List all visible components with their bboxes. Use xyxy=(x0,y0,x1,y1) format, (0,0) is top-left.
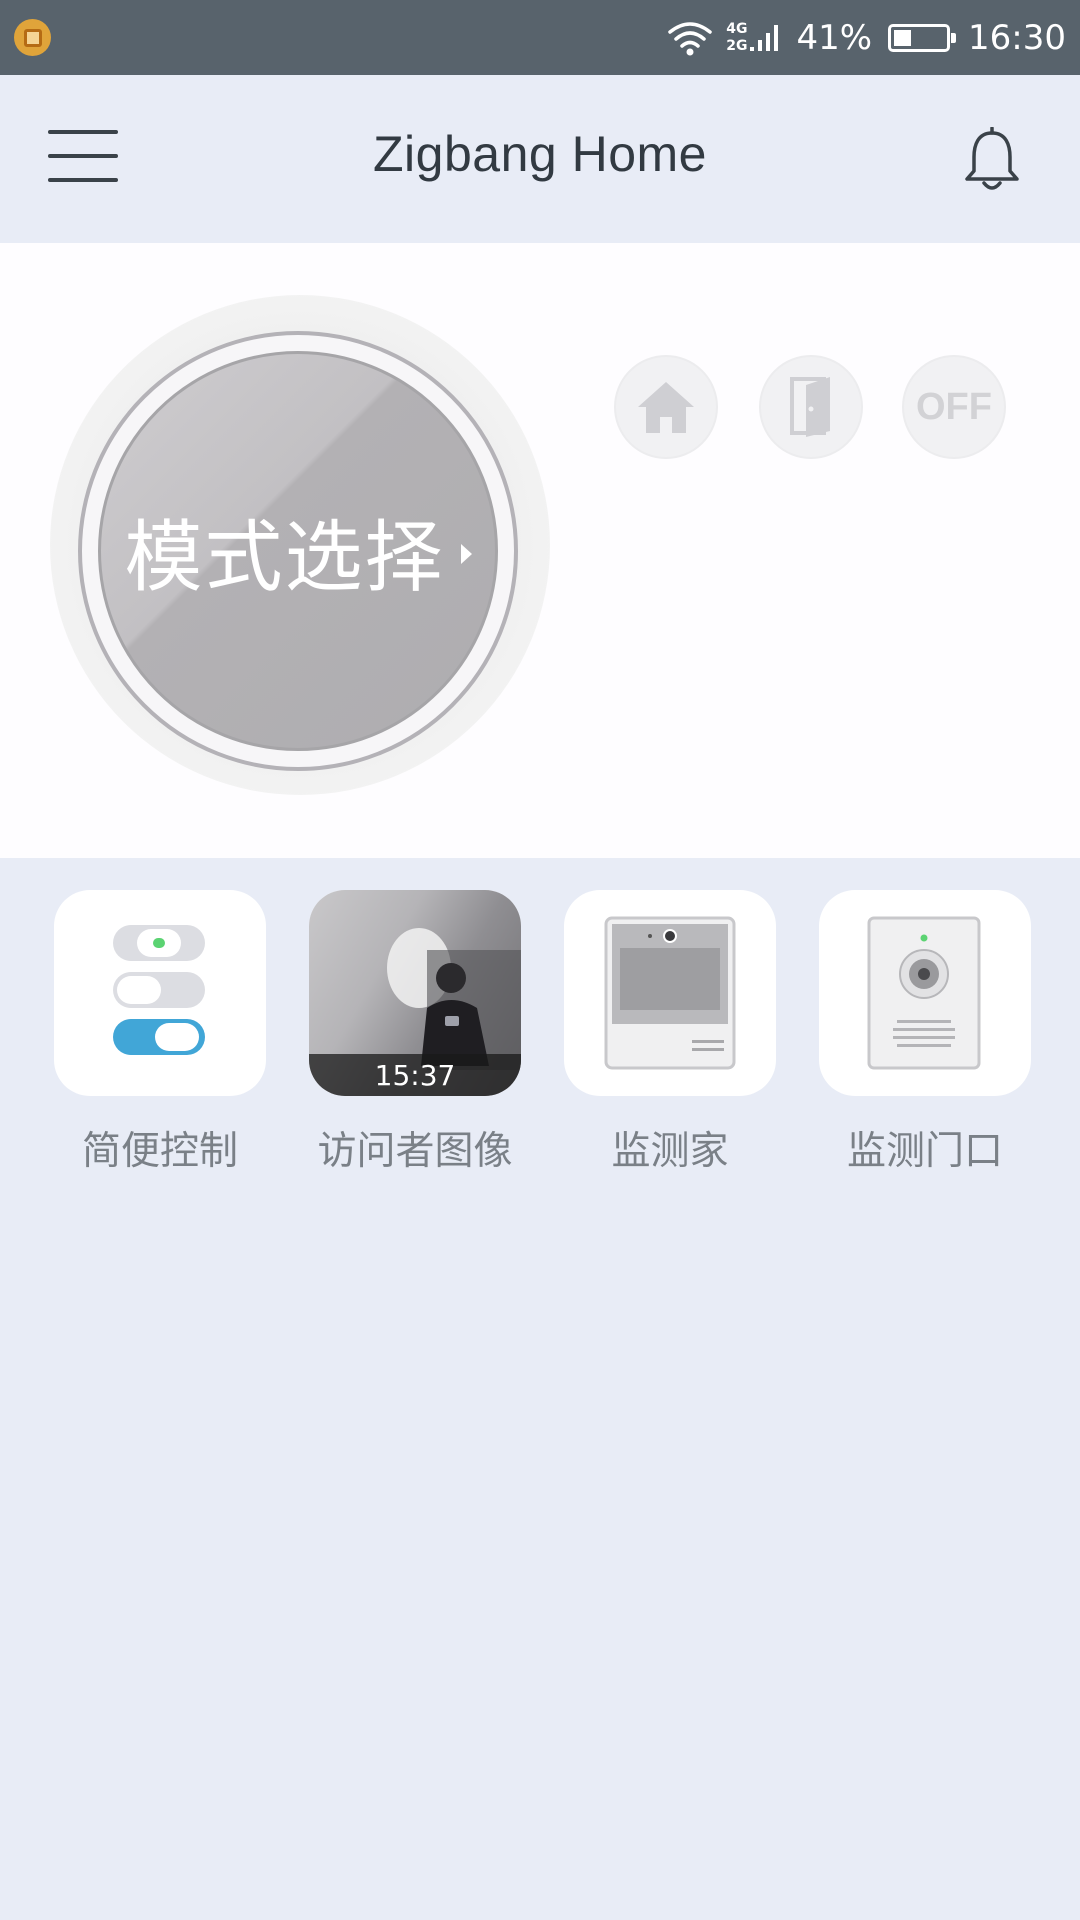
intercom-monitor-icon xyxy=(604,916,736,1070)
tile-label: 监测门口 xyxy=(846,1129,1003,1174)
tile-label: 访问者图像 xyxy=(317,1129,513,1174)
mode-off-label: OFF xyxy=(916,385,992,428)
notification-app-icon xyxy=(14,19,51,56)
tile-label: 监测家 xyxy=(611,1129,729,1174)
clock: 16:30 xyxy=(968,17,1066,58)
toggle-switches-icon xyxy=(54,890,266,1096)
mode-panel: 模式选择 OFF xyxy=(0,243,1080,858)
bell-icon[interactable] xyxy=(962,127,1022,193)
wifi-icon xyxy=(668,21,712,55)
mode-select-label: 模式选择 xyxy=(124,513,445,603)
cellular-signal: 4G 2G xyxy=(726,21,780,55)
app-header: Zigbang Home xyxy=(0,75,1080,243)
tile-monitor-door[interactable]: 监测门口 xyxy=(819,890,1031,1176)
mode-off-button[interactable]: OFF xyxy=(902,355,1006,459)
visitor-image-time: 15:37 xyxy=(374,1059,456,1092)
signal-bars-icon xyxy=(750,24,779,51)
tile-easy-control[interactable]: 简便控制 xyxy=(54,890,266,1176)
home-icon xyxy=(638,382,694,433)
battery-percent: 41% xyxy=(796,17,873,58)
network-type-bottom: 2G xyxy=(726,37,748,54)
chevron-right-icon xyxy=(460,544,472,564)
mode-away-button[interactable] xyxy=(759,355,863,459)
tile-label: 简便控制 xyxy=(81,1129,238,1174)
battery-icon xyxy=(888,23,957,52)
visitor-snapshot: 15:37 xyxy=(309,890,521,1096)
mode-home-button[interactable] xyxy=(614,355,718,459)
page-title: Zigbang Home xyxy=(373,126,707,182)
door-camera-icon xyxy=(867,916,981,1070)
door-icon xyxy=(790,377,830,437)
tile-visitor-image[interactable]: 15:37 访问者图像 xyxy=(309,890,521,1176)
mode-select-button[interactable]: 模式选择 xyxy=(98,351,498,751)
tile-monitor-home[interactable]: 监测家 xyxy=(564,890,776,1176)
status-bar: 4G 2G 41% 16:30 xyxy=(0,0,1080,75)
network-type-top: 4G xyxy=(726,20,748,37)
